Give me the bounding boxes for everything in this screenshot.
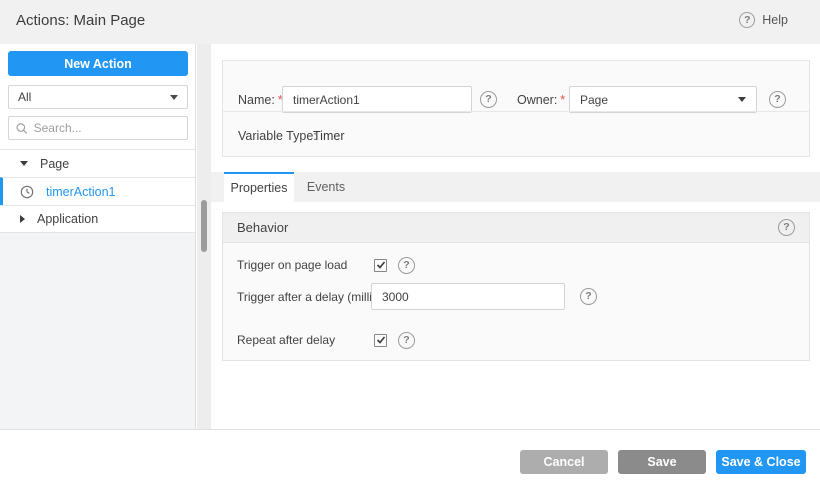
repeat-after-delay-help-icon[interactable]: ? [398, 331, 415, 349]
tree-group-application[interactable]: Application [0, 205, 195, 233]
repeat-after-delay-row: Repeat after delay ? [237, 327, 415, 353]
trigger-on-page-load-row: Trigger on page load ? [237, 252, 415, 278]
trigger-after-delay-label: Trigger after a delay (millisec... [237, 289, 371, 304]
expand-collapse-icon[interactable] [20, 215, 25, 223]
delay-milliseconds-field[interactable] [371, 283, 565, 310]
repeat-after-delay-label: Repeat after delay [237, 333, 336, 347]
required-marker: * [560, 93, 566, 107]
trigger-after-delay-row: Trigger after a delay (millisec... ? [237, 283, 597, 310]
action-summary-form: Name:* ? Owner:* Page ? Variable Type: T… [222, 60, 810, 157]
help-circle-icon: ? [739, 12, 756, 28]
owner-label: Owner: * [517, 93, 566, 107]
tab-strip: Properties Events [211, 172, 820, 202]
behavior-title: Behavior [237, 220, 289, 235]
expand-collapse-icon[interactable] [20, 161, 28, 166]
tree-group-label: Application [37, 212, 99, 226]
owner-dropdown[interactable]: Page [569, 86, 757, 113]
check-icon [376, 336, 385, 344]
owner-help-icon[interactable]: ? [769, 91, 786, 108]
divider [223, 111, 809, 112]
variable-type-label: Variable Type: [238, 129, 317, 143]
page-title: Actions: Main Page [16, 12, 146, 29]
trigger-on-page-load-help-icon[interactable]: ? [398, 256, 415, 274]
cancel-button[interactable]: Cancel [520, 450, 608, 474]
new-action-button[interactable]: New Action [8, 51, 188, 76]
chevron-down-icon [738, 97, 746, 102]
search-icon [16, 122, 28, 134]
clock-icon [20, 185, 34, 198]
behavior-panel: Behavior ? Trigger on page load ? Trigge… [222, 212, 810, 361]
scrollbar-thumb[interactable] [201, 200, 207, 252]
actions-dialog: Actions: Main Page ? Help New Action All [0, 0, 820, 489]
search-box [8, 116, 188, 140]
vertical-scrollbar[interactable] [197, 44, 211, 429]
trigger-on-page-load-label: Trigger on page load [237, 258, 348, 272]
trigger-after-delay-help-icon[interactable]: ? [580, 288, 597, 305]
help-label: Help [762, 13, 788, 27]
sidebar-controls: New Action All [0, 44, 195, 149]
help-button[interactable]: ? Help [739, 12, 788, 28]
check-icon [376, 261, 385, 269]
tree-item-timeraction1[interactable]: timerAction1 [0, 177, 195, 205]
filter-dropdown[interactable]: All [8, 85, 188, 109]
tree-item-label: timerAction1 [46, 184, 116, 199]
owner-dropdown-value: Page [580, 92, 609, 107]
actions-tree: Page timerAction1 Application [0, 149, 195, 233]
variable-type-value: Timer [313, 129, 345, 143]
name-field[interactable] [282, 86, 472, 113]
repeat-after-delay-checkbox[interactable] [374, 333, 387, 347]
tree-group-page[interactable]: Page [0, 149, 195, 177]
save-button[interactable]: Save [618, 450, 706, 474]
trigger-on-page-load-checkbox[interactable] [374, 258, 387, 272]
name-label: Name: * [238, 93, 283, 107]
name-help-icon[interactable]: ? [480, 91, 497, 108]
tab-events[interactable]: Events [294, 172, 358, 202]
save-and-close-button[interactable]: Save & Close [716, 450, 806, 474]
behavior-help-icon[interactable]: ? [778, 219, 795, 236]
behavior-panel-header: Behavior ? [223, 213, 809, 243]
search-input[interactable] [33, 121, 180, 135]
actions-sidebar: New Action All Page [0, 44, 196, 429]
chevron-down-icon [170, 94, 178, 100]
dialog-header: Actions: Main Page ? Help [0, 0, 820, 44]
action-editor: Name:* ? Owner:* Page ? Variable Type: T… [211, 44, 820, 429]
dialog-footer: Cancel Save Save & Close [0, 430, 820, 489]
tab-properties[interactable]: Properties [224, 172, 294, 202]
filter-dropdown-value: All [18, 90, 32, 104]
tree-group-label: Page [40, 156, 70, 171]
